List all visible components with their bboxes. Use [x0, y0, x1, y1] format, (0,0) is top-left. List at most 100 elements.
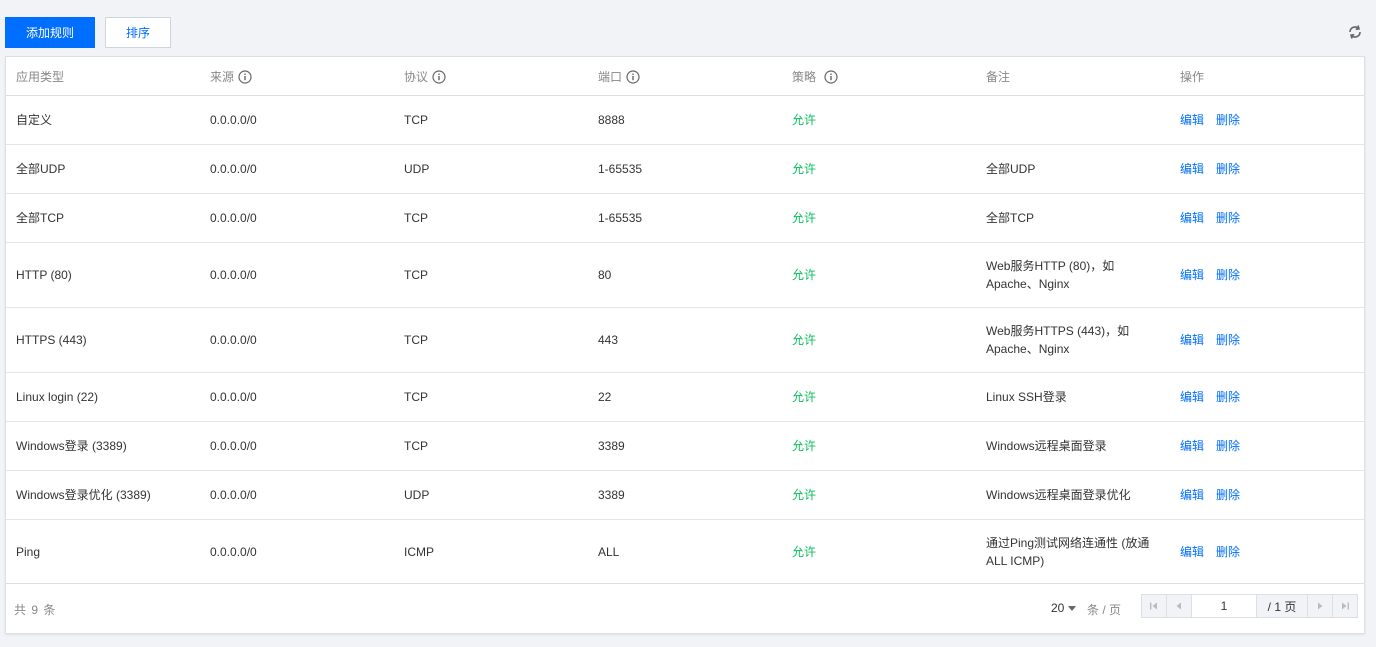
cell-port: 8888 — [588, 95, 782, 145]
cell-actions: 编辑 删除 — [1170, 372, 1364, 422]
total-count: 共 9 条 — [14, 603, 57, 617]
page-number-input[interactable] — [1192, 595, 1257, 617]
cell-policy: 允许 — [792, 545, 817, 559]
cell-type: Windows登录 (3389) — [6, 421, 200, 471]
delete-link[interactable]: 删除 — [1216, 488, 1240, 502]
cell-protocol: TCP — [394, 242, 588, 308]
delete-link[interactable]: 删除 — [1216, 439, 1240, 453]
delete-link[interactable]: 删除 — [1216, 333, 1240, 347]
next-page-icon[interactable] — [1308, 595, 1333, 617]
cell-port: 443 — [588, 307, 782, 373]
cell-port: 1-65535 — [588, 144, 782, 194]
cell-protocol: TCP — [394, 372, 588, 422]
col-header-policy: 策略 — [782, 57, 976, 96]
first-page-icon[interactable] — [1142, 595, 1167, 617]
edit-link[interactable]: 编辑 — [1180, 268, 1204, 282]
cell-protocol: TCP — [394, 193, 588, 243]
cell-note: Web服务HTTPS (443)，如 Apache、Nginx — [976, 307, 1170, 373]
delete-link[interactable]: 删除 — [1216, 211, 1240, 225]
cell-actions: 编辑 删除 — [1170, 421, 1364, 471]
cell-note: Windows远程桌面登录优化 — [976, 470, 1170, 520]
cell-note: 通过Ping测试网络连通性 (放通 ALL ICMP) — [986, 536, 1150, 568]
cell-source: 0.0.0.0/0 — [200, 242, 394, 308]
cell-port: 3389 — [588, 421, 782, 471]
col-header-type: 应用类型 — [6, 57, 200, 96]
sort-button[interactable]: 排序 — [105, 17, 171, 48]
cell-port: 22 — [588, 372, 782, 422]
cell-note: 全部TCP — [976, 193, 1170, 243]
info-icon[interactable] — [824, 69, 838, 84]
cell-protocol: UDP — [394, 144, 588, 194]
cell-protocol: ICMP — [404, 545, 434, 559]
cell-type: Ping — [16, 545, 41, 559]
prev-page-icon[interactable] — [1167, 595, 1192, 617]
pager: / 1 页 — [1141, 594, 1358, 618]
edit-link[interactable]: 编辑 — [1180, 211, 1204, 225]
cell-policy: 允许 — [782, 144, 976, 194]
col-header-note: 备注 — [976, 57, 1170, 96]
cell-port: 3389 — [588, 470, 782, 520]
edit-link[interactable]: 编辑 — [1180, 439, 1204, 453]
info-icon[interactable] — [238, 69, 252, 84]
table-row: Windows登录优化 (3389) 0.0.0.0/0 UDP 3389 允许… — [6, 470, 1364, 520]
cell-type: 全部TCP — [6, 193, 200, 243]
cell-protocol: TCP — [394, 307, 588, 373]
cell-note — [976, 95, 1170, 145]
cell-note: Windows远程桌面登录 — [976, 421, 1170, 471]
cell-actions: 编辑 删除 — [1170, 470, 1364, 520]
per-page-label: 条 / 页 — [1087, 603, 1122, 617]
table-row: 全部TCP 0.0.0.0/0 TCP 1-65535 允许 全部TCP 编辑删… — [6, 193, 1364, 243]
delete-link[interactable]: 删除 — [1216, 268, 1240, 282]
cell-type: 全部UDP — [6, 144, 200, 194]
info-icon[interactable] — [432, 69, 446, 84]
cell-policy: 允许 — [782, 470, 976, 520]
cell-note: Linux SSH登录 — [976, 372, 1170, 422]
table-row: 自定义 0.0.0.0/0 TCP 8888 允许 编辑 删除 — [6, 95, 1364, 145]
col-header-port: 端口 — [588, 57, 782, 96]
cell-port: ALL — [598, 545, 620, 559]
total-pages-label: / 1 页 — [1257, 595, 1308, 617]
edit-link[interactable]: 编辑 — [1180, 333, 1204, 347]
delete-link[interactable]: 删除 — [1216, 113, 1240, 127]
cell-policy: 允许 — [782, 421, 976, 471]
cell-source: 0.0.0.0/0 — [200, 307, 394, 373]
cell-protocol: TCP — [394, 421, 588, 471]
cell-source: 0.0.0.0/0 — [200, 95, 394, 145]
cell-actions: 编辑 删除 — [1170, 95, 1364, 145]
page-size-select[interactable]: 20 — [1051, 601, 1077, 615]
pagination-footer: 共 9 条 20 条 / 页 / 1 页 — [6, 583, 1364, 634]
cell-source: 0.0.0.0/0 — [200, 372, 394, 422]
rules-table: 应用类型 来源 协议 端口 策略 备注 操作 自定义 0.0.0.0/0 TCP… — [6, 57, 1364, 584]
cell-actions: 编辑 删除 — [1170, 193, 1364, 243]
cell-actions: 编辑 删除 — [1170, 520, 1364, 585]
cell-source: 0.0.0.0/0 — [200, 144, 394, 194]
delete-link[interactable]: 删除 — [1216, 390, 1240, 404]
edit-link[interactable]: 编辑 — [1180, 545, 1204, 559]
edit-link[interactable]: 编辑 — [1180, 113, 1204, 127]
cell-source: 0.0.0.0/0 — [200, 193, 394, 243]
delete-link[interactable]: 删除 — [1216, 545, 1240, 559]
cell-port: 80 — [588, 242, 782, 308]
cell-port: 1-65535 — [588, 193, 782, 243]
info-icon[interactable] — [626, 69, 640, 84]
cell-actions: 编辑 删除 — [1170, 242, 1364, 308]
delete-link[interactable]: 删除 — [1216, 162, 1240, 176]
cell-type: 自定义 — [6, 95, 200, 145]
edit-link[interactable]: 编辑 — [1180, 162, 1204, 176]
cell-type: HTTPS (443) — [6, 307, 200, 373]
col-header-protocol: 协议 — [394, 57, 588, 96]
table-row: HTTPS (443) 0.0.0.0/0 TCP 443 允许 Web服务HT… — [6, 307, 1364, 373]
add-rule-button[interactable]: 添加规则 — [5, 17, 95, 48]
cell-note: Web服务HTTP (80)，如 Apache、Nginx — [976, 242, 1170, 308]
last-page-icon[interactable] — [1333, 595, 1357, 617]
table-row: Linux login (22) 0.0.0.0/0 TCP 22 允许 Lin… — [6, 372, 1364, 422]
edit-link[interactable]: 编辑 — [1180, 488, 1204, 502]
cell-actions: 编辑 删除 — [1170, 307, 1364, 373]
edit-link[interactable]: 编辑 — [1180, 390, 1204, 404]
cell-policy: 允许 — [782, 242, 976, 308]
refresh-icon[interactable] — [1347, 24, 1363, 40]
cell-protocol: TCP — [394, 95, 588, 145]
cell-source: 0.0.0.0/0 — [200, 470, 394, 520]
col-header-source: 来源 — [200, 57, 394, 96]
cell-type: HTTP (80) — [6, 242, 200, 308]
